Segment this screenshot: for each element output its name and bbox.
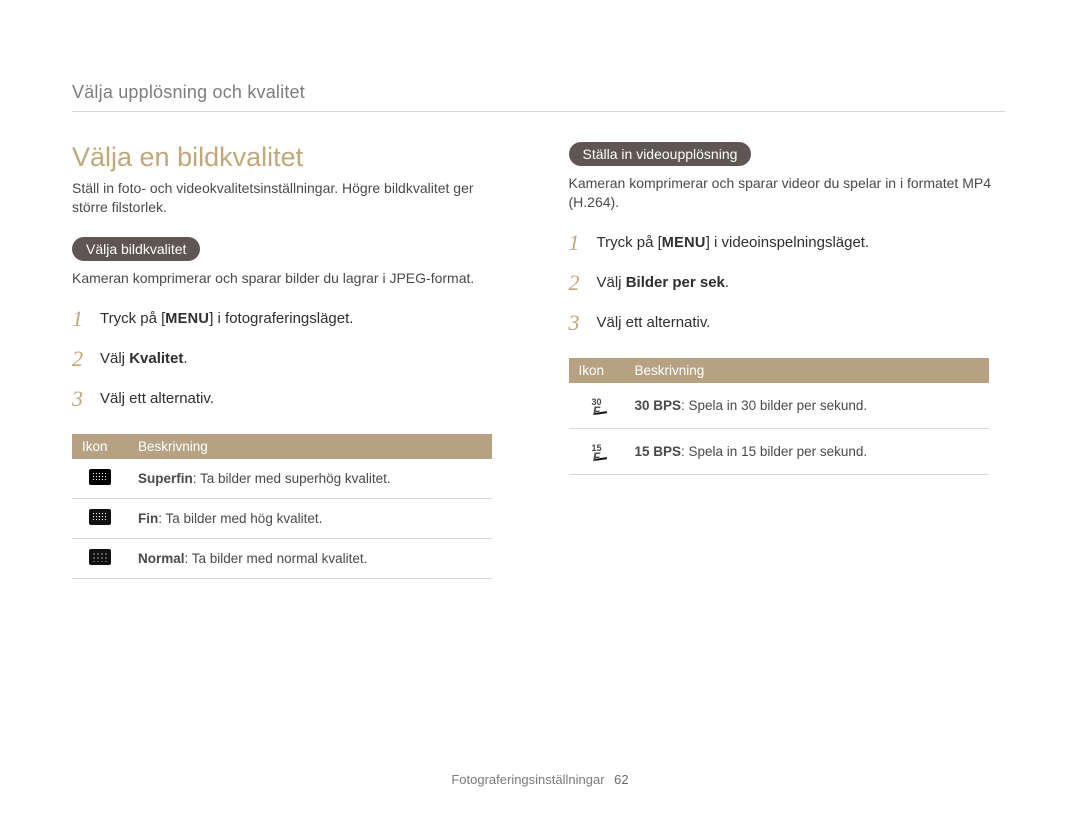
quality-icon-normal <box>72 538 128 578</box>
desc-cell: 30 BPS: Spela in 30 bilder per sekund. <box>625 383 989 428</box>
quality-paragraph: Kameran komprimerar och sparar bilder du… <box>72 269 509 288</box>
step2-pre: Välj <box>597 274 626 291</box>
table-row: Normal: Ta bilder med normal kvalitet. <box>72 538 492 578</box>
step-1: 1 Tryck på [MENU] i fotograferingsläget. <box>72 306 509 332</box>
menu-label: MENU <box>662 235 706 251</box>
step1-post: ] i fotograferingsläget. <box>209 310 353 327</box>
step-number: 1 <box>72 306 100 332</box>
table-row: Superfin: Ta bilder med superhög kvalite… <box>72 459 492 499</box>
step-3: 3 Välj ett alternativ. <box>72 386 509 412</box>
step1-pre: Tryck på [ <box>100 310 165 327</box>
fps-icon-15: 15F <box>569 428 625 474</box>
step-body: Tryck på [MENU] i videoinspelningsläget. <box>597 234 870 251</box>
row-bold: 30 BPS <box>635 398 682 413</box>
fps-icon: 15F <box>591 444 601 464</box>
row-rest: : Spela in 30 bilder per sekund. <box>681 398 867 413</box>
row-rest: : Ta bilder med hög kvalitet. <box>158 511 322 526</box>
footer-section: Fotograferingsinställningar <box>451 772 604 787</box>
step-number: 3 <box>569 310 597 336</box>
step-number: 3 <box>72 386 100 412</box>
video-steps: 1 Tryck på [MENU] i videoinspelningsläge… <box>569 230 1006 336</box>
section-pill-video: Ställa in videoupplösning <box>569 142 752 166</box>
step1-post: ] i videoinspelningsläget. <box>706 234 869 251</box>
grid-icon <box>89 509 111 525</box>
desc-cell: Fin: Ta bilder med hög kvalitet. <box>128 498 492 538</box>
breadcrumb: Välja upplösning och kvalitet <box>72 82 1005 112</box>
video-table: Ikon Beskrivning 30F 30 BPS: Spela in 30… <box>569 358 989 475</box>
th-desc: Beskrivning <box>128 434 492 459</box>
table-row: Fin: Ta bilder med hög kvalitet. <box>72 498 492 538</box>
step-body: Välj ett alternativ. <box>100 390 214 407</box>
quality-table: Ikon Beskrivning Superfin: Ta bilder med… <box>72 434 492 579</box>
fps-f: F <box>593 406 600 417</box>
page-footer: Fotograferingsinställningar 62 <box>0 772 1080 787</box>
step-2: 2 Välj Kvalitet. <box>72 346 509 372</box>
quality-icon-superfin <box>72 459 128 499</box>
step-body: Välj ett alternativ. <box>597 314 711 331</box>
desc-cell: 15 BPS: Spela in 15 bilder per sekund. <box>625 428 989 474</box>
row-bold: 15 BPS <box>635 444 682 459</box>
fps-f: F <box>593 452 600 463</box>
step-number: 2 <box>72 346 100 372</box>
th-icon: Ikon <box>569 358 625 383</box>
step2-bold: Kvalitet <box>129 350 183 367</box>
fps-icon-30: 30F <box>569 383 625 428</box>
table-row: 15F 15 BPS: Spela in 15 bilder per sekun… <box>569 428 989 474</box>
row-bold: Superfin <box>138 471 193 486</box>
intro-text: Ställ in foto- och videokvalitetsinställ… <box>72 179 509 217</box>
row-rest: : Ta bilder med normal kvalitet. <box>185 551 368 566</box>
page-number: 62 <box>614 772 628 787</box>
grid-icon <box>89 469 111 485</box>
page-title: Välja en bildkvalitet <box>72 142 509 173</box>
quality-steps: 1 Tryck på [MENU] i fotograferingsläget.… <box>72 306 509 412</box>
fps-icon: 30F <box>591 398 601 418</box>
row-rest: : Spela in 15 bilder per sekund. <box>681 444 867 459</box>
step-number: 1 <box>569 230 597 256</box>
step-number: 2 <box>569 270 597 296</box>
step-body: Välj Bilder per sek. <box>597 274 730 291</box>
step2-bold: Bilder per sek <box>626 274 725 291</box>
left-column: Välja en bildkvalitet Ställ in foto- och… <box>72 142 509 579</box>
th-desc: Beskrivning <box>625 358 989 383</box>
table-row: 30F 30 BPS: Spela in 30 bilder per sekun… <box>569 383 989 428</box>
step-body: Välj Kvalitet. <box>100 350 188 367</box>
step2-pre: Välj <box>100 350 129 367</box>
grid-icon <box>89 549 111 565</box>
right-column: Ställa in videoupplösning Kameran kompri… <box>569 142 1006 579</box>
step-2: 2 Välj Bilder per sek. <box>569 270 1006 296</box>
row-bold: Fin <box>138 511 158 526</box>
desc-cell: Superfin: Ta bilder med superhög kvalite… <box>128 459 492 499</box>
th-icon: Ikon <box>72 434 128 459</box>
desc-cell: Normal: Ta bilder med normal kvalitet. <box>128 538 492 578</box>
step2-post: . <box>183 350 187 367</box>
step-3: 3 Välj ett alternativ. <box>569 310 1006 336</box>
video-paragraph: Kameran komprimerar och sparar videor du… <box>569 174 1006 212</box>
step1-pre: Tryck på [ <box>597 234 662 251</box>
step2-post: . <box>725 274 729 291</box>
quality-icon-fin <box>72 498 128 538</box>
row-rest: : Ta bilder med superhög kvalitet. <box>193 471 391 486</box>
step-1: 1 Tryck på [MENU] i videoinspelningsläge… <box>569 230 1006 256</box>
step-body: Tryck på [MENU] i fotograferingsläget. <box>100 310 353 327</box>
row-bold: Normal <box>138 551 185 566</box>
menu-label: MENU <box>165 311 209 327</box>
section-pill-quality: Välja bildkvalitet <box>72 237 200 261</box>
